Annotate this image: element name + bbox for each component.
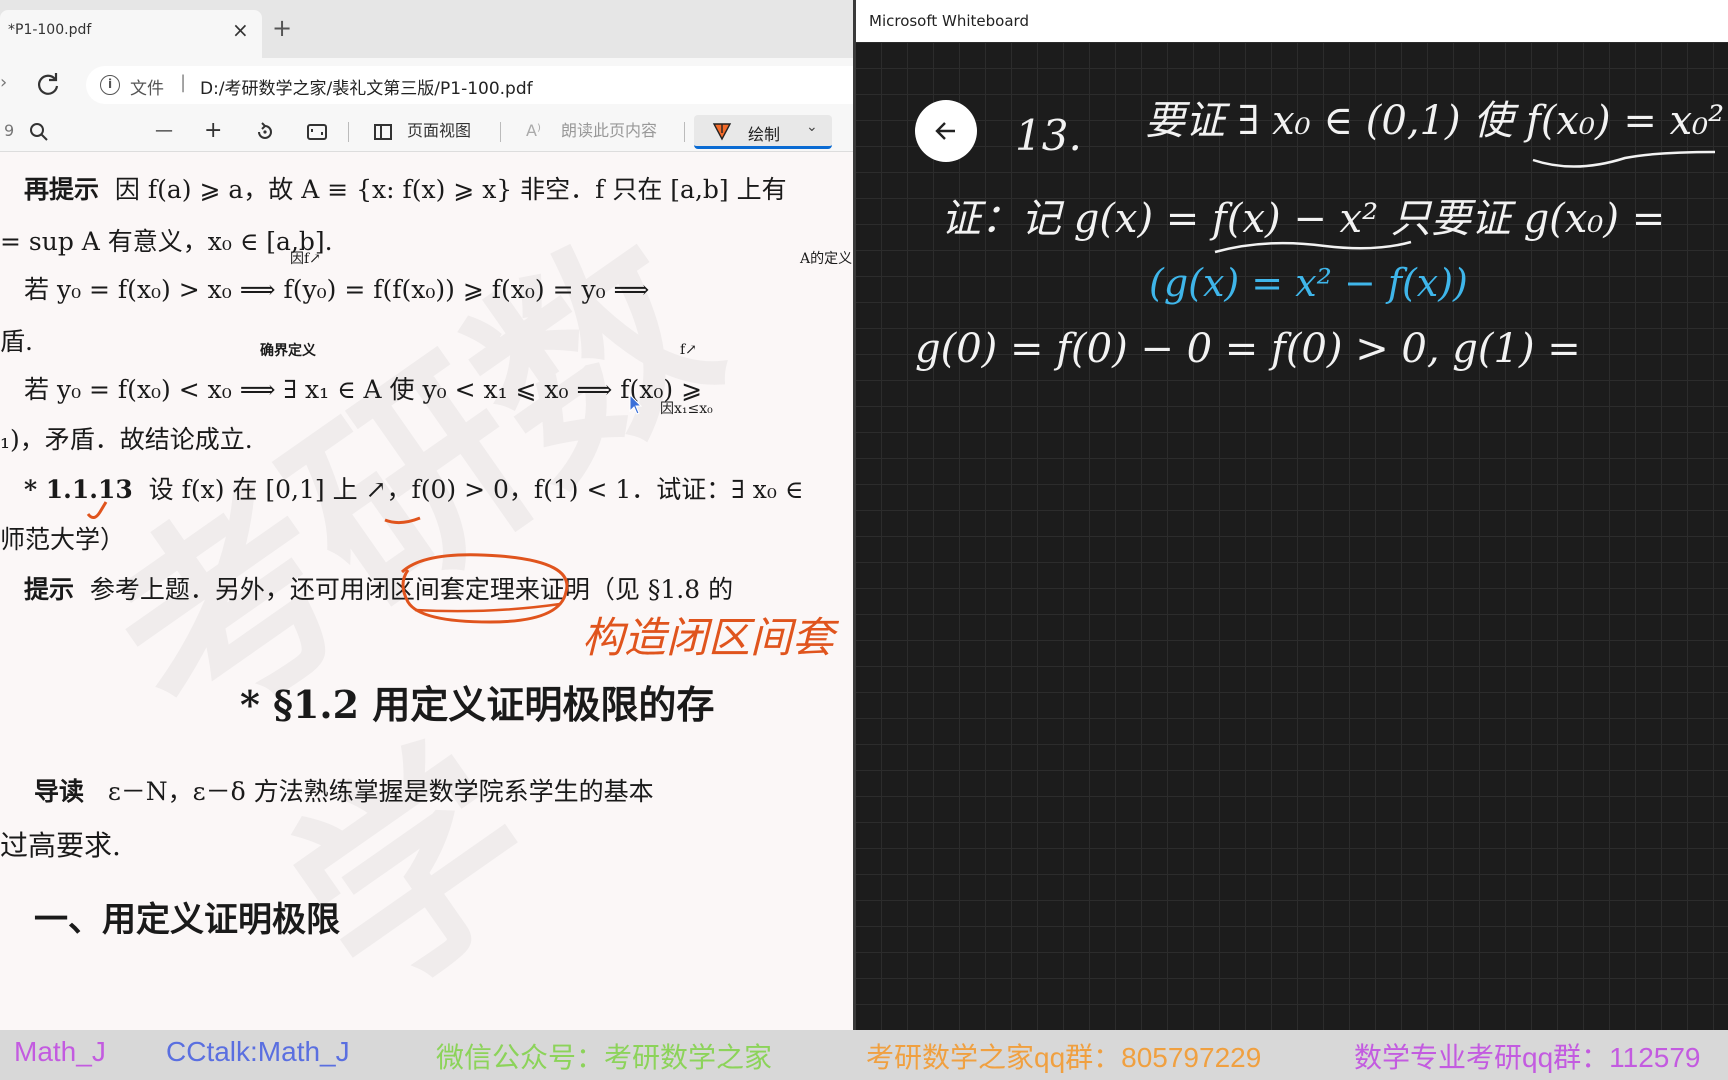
address-row: › i 文件 | D:/考研数学之家/裴礼文第三版/P1-100.pdf: [0, 58, 855, 112]
zoom-out-button[interactable]: —: [155, 118, 173, 144]
pdf-viewer-window: *P1-100.pdf × + › i 文件 | D:/考研数学之家/裴礼文第三…: [0, 0, 855, 1030]
ink-goal: 要证 ∃ x₀ ∈ (0,1) 使 f(x₀) = x₀²: [1145, 98, 1724, 144]
banner-item: 考研数学之家qq群：805797229: [866, 1042, 1262, 1073]
chevron-down-icon[interactable]: ⌄: [806, 119, 818, 135]
ink-problem-number: 13.: [1015, 111, 1082, 160]
handwritten-annotation: 构造闭区间套: [582, 613, 835, 662]
address-bar[interactable]: i 文件 | D:/考研数学之家/裴礼文第三版/P1-100.pdf: [86, 66, 855, 104]
draw-pen-icon: [712, 123, 732, 141]
section-title: * §1.2 用定义证明极限的存: [240, 682, 715, 727]
toolbar-divider: [500, 122, 501, 142]
info-icon[interactable]: i: [100, 75, 120, 95]
page-view-button[interactable]: 页面视图: [407, 118, 471, 144]
banner-item: Math_J: [14, 1036, 106, 1067]
zoom-in-button[interactable]: +: [204, 118, 222, 144]
tab-title: *P1-100.pdf: [8, 22, 92, 38]
address-separator: |: [180, 72, 187, 93]
browser-tab[interactable]: *P1-100.pdf ×: [0, 10, 262, 58]
search-icon[interactable]: [28, 121, 50, 143]
back-arrow-icon[interactable]: ›: [0, 72, 8, 94]
toolbar-edge-stub: 9: [4, 121, 15, 140]
whiteboard-window: Microsoft Whiteboard 13. 要证 ∃ x₀ ∈ (0,1)…: [855, 0, 1728, 1030]
draw-button[interactable]: 绘制 ⌄: [694, 115, 832, 149]
ink-g0-line: g(0) = f(0) − 0 = f(0) > 0, g(1) =: [915, 326, 1581, 372]
whiteboard-title: Microsoft Whiteboard: [869, 12, 1029, 30]
address-prefix: 文件: [130, 79, 164, 99]
read-aloud-button[interactable]: 朗读此页内容: [561, 118, 657, 144]
window-divider: [853, 0, 856, 1030]
draw-label: 绘制: [748, 125, 781, 144]
toolbar-divider: [348, 122, 349, 142]
reload-icon[interactable]: [34, 70, 62, 98]
close-tab-icon[interactable]: ×: [232, 18, 249, 42]
toolbar-divider: [684, 122, 685, 142]
pdf-page: 考研数学 再提示 因 f(a) ⩾ a，故 A ≡ {x: f(x) ⩾ x} …: [0, 152, 855, 1030]
guide-paragraph-cont: 过高要求.: [0, 829, 121, 862]
address-url[interactable]: D:/考研数学之家/裴礼文第三版/P1-100.pdf: [200, 74, 533, 99]
promo-banner: Math_J CCtalk:Math_J 微信公众号：考研数学之家 考研数学之家…: [0, 1030, 1728, 1080]
fit-page-icon[interactable]: [306, 121, 328, 143]
tab-strip: *P1-100.pdf × +: [0, 0, 855, 58]
read-aloud-icon: A⁾: [526, 121, 541, 140]
rotate-icon[interactable]: [254, 121, 276, 143]
subsection-title: 一、用定义证明极限: [34, 900, 340, 940]
ink-proof-line: 证：记 g(x) = f(x) − x² 只要证 g(x₀) =: [941, 196, 1665, 242]
banner-item: CCtalk:Math_J: [166, 1036, 350, 1067]
new-tab-button[interactable]: +: [272, 14, 292, 42]
banner-item: 数学专业考研qq群：112579: [1354, 1042, 1701, 1073]
mouse-cursor-icon: [629, 394, 643, 415]
guide-paragraph: 导读 ε－N，ε－δ 方法熟练掌握是数学院系学生的基本: [34, 777, 654, 806]
pdf-toolbar: 9 — + 页面视图 A⁾ 朗读此页内容 绘制 ⌄: [0, 112, 855, 152]
ink-alt-definition: (g(x) = x² − f(x)): [1149, 261, 1468, 305]
whiteboard-titlebar: Microsoft Whiteboard: [855, 0, 1728, 42]
page-view-icon: [374, 124, 392, 140]
banner-item: 微信公众号：考研数学之家: [436, 1042, 773, 1073]
whiteboard-canvas[interactable]: 13. 要证 ∃ x₀ ∈ (0,1) 使 f(x₀) = x₀² 证：记 g(…: [855, 42, 1728, 1030]
